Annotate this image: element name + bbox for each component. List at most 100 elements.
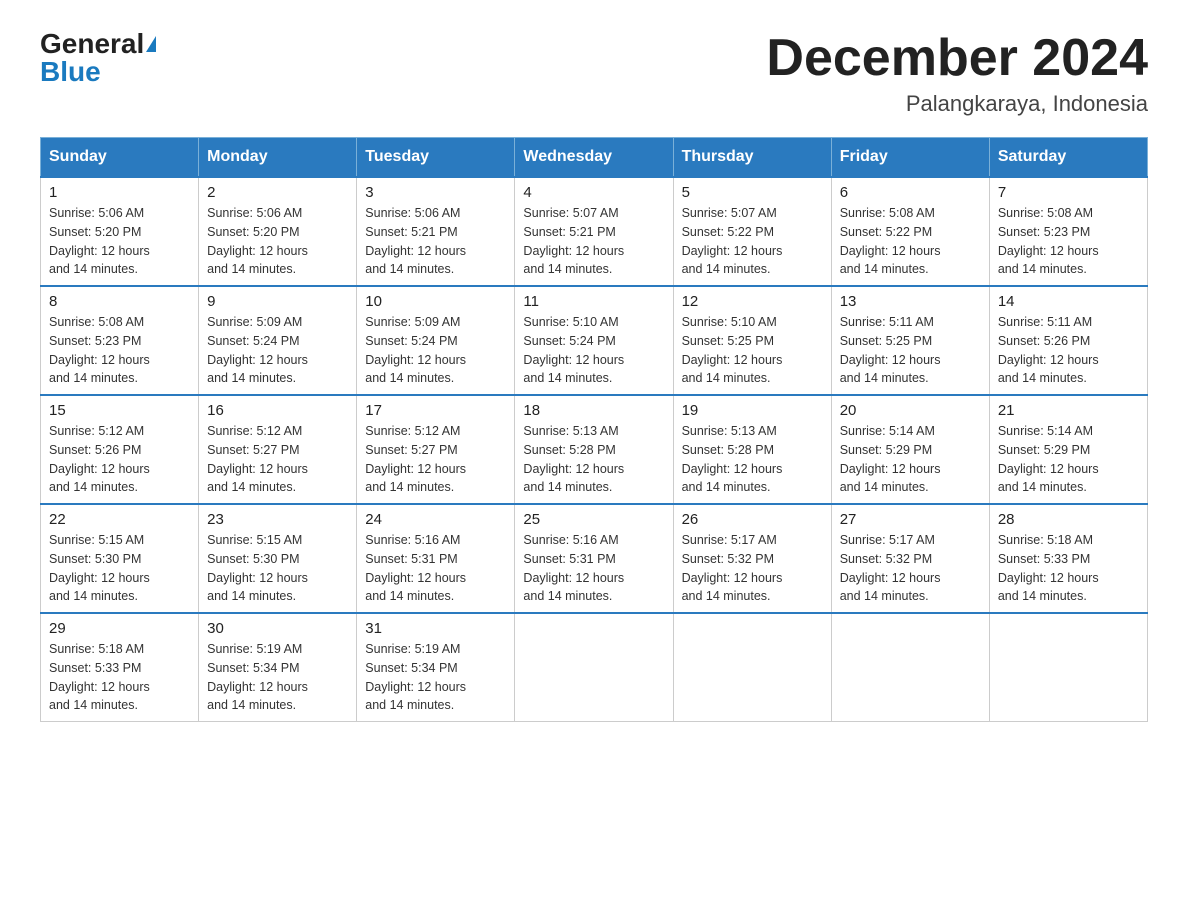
day-info: Sunrise: 5:10 AMSunset: 5:25 PMDaylight:… — [682, 313, 823, 388]
calendar-week-3: 15 Sunrise: 5:12 AMSunset: 5:26 PMDaylig… — [41, 395, 1148, 504]
calendar-cell: 29 Sunrise: 5:18 AMSunset: 5:33 PMDaylig… — [41, 613, 199, 722]
calendar-cell: 27 Sunrise: 5:17 AMSunset: 5:32 PMDaylig… — [831, 504, 989, 613]
day-number: 29 — [49, 620, 190, 637]
calendar-header-row: SundayMondayTuesdayWednesdayThursdayFrid… — [41, 138, 1148, 178]
header-monday: Monday — [199, 138, 357, 178]
calendar-cell — [673, 613, 831, 722]
day-number: 14 — [998, 293, 1139, 310]
calendar-week-2: 8 Sunrise: 5:08 AMSunset: 5:23 PMDayligh… — [41, 286, 1148, 395]
day-number: 2 — [207, 184, 348, 201]
day-info: Sunrise: 5:06 AMSunset: 5:21 PMDaylight:… — [365, 204, 506, 279]
day-number: 12 — [682, 293, 823, 310]
day-info: Sunrise: 5:15 AMSunset: 5:30 PMDaylight:… — [207, 531, 348, 606]
logo-general-text: General — [40, 30, 144, 58]
day-number: 15 — [49, 402, 190, 419]
calendar-cell: 9 Sunrise: 5:09 AMSunset: 5:24 PMDayligh… — [199, 286, 357, 395]
day-number: 23 — [207, 511, 348, 528]
calendar-cell: 21 Sunrise: 5:14 AMSunset: 5:29 PMDaylig… — [989, 395, 1147, 504]
day-number: 31 — [365, 620, 506, 637]
day-info: Sunrise: 5:12 AMSunset: 5:27 PMDaylight:… — [207, 422, 348, 497]
calendar-cell: 15 Sunrise: 5:12 AMSunset: 5:26 PMDaylig… — [41, 395, 199, 504]
day-number: 3 — [365, 184, 506, 201]
day-info: Sunrise: 5:08 AMSunset: 5:22 PMDaylight:… — [840, 204, 981, 279]
day-info: Sunrise: 5:15 AMSunset: 5:30 PMDaylight:… — [49, 531, 190, 606]
day-number: 1 — [49, 184, 190, 201]
day-number: 24 — [365, 511, 506, 528]
calendar-week-1: 1 Sunrise: 5:06 AMSunset: 5:20 PMDayligh… — [41, 177, 1148, 286]
day-number: 9 — [207, 293, 348, 310]
month-title: December 2024 — [766, 30, 1148, 87]
day-info: Sunrise: 5:17 AMSunset: 5:32 PMDaylight:… — [840, 531, 981, 606]
day-number: 6 — [840, 184, 981, 201]
calendar-cell: 1 Sunrise: 5:06 AMSunset: 5:20 PMDayligh… — [41, 177, 199, 286]
day-info: Sunrise: 5:14 AMSunset: 5:29 PMDaylight:… — [840, 422, 981, 497]
header-sunday: Sunday — [41, 138, 199, 178]
calendar-cell — [515, 613, 673, 722]
day-info: Sunrise: 5:11 AMSunset: 5:26 PMDaylight:… — [998, 313, 1139, 388]
calendar-cell: 3 Sunrise: 5:06 AMSunset: 5:21 PMDayligh… — [357, 177, 515, 286]
header-wednesday: Wednesday — [515, 138, 673, 178]
calendar-table: SundayMondayTuesdayWednesdayThursdayFrid… — [40, 137, 1148, 722]
day-info: Sunrise: 5:07 AMSunset: 5:22 PMDaylight:… — [682, 204, 823, 279]
calendar-cell: 18 Sunrise: 5:13 AMSunset: 5:28 PMDaylig… — [515, 395, 673, 504]
logo: General Blue — [40, 30, 156, 86]
calendar-cell: 4 Sunrise: 5:07 AMSunset: 5:21 PMDayligh… — [515, 177, 673, 286]
day-number: 20 — [840, 402, 981, 419]
day-number: 16 — [207, 402, 348, 419]
day-info: Sunrise: 5:08 AMSunset: 5:23 PMDaylight:… — [49, 313, 190, 388]
day-info: Sunrise: 5:06 AMSunset: 5:20 PMDaylight:… — [49, 204, 190, 279]
calendar-cell: 12 Sunrise: 5:10 AMSunset: 5:25 PMDaylig… — [673, 286, 831, 395]
day-number: 10 — [365, 293, 506, 310]
day-number: 19 — [682, 402, 823, 419]
location: Palangkaraya, Indonesia — [766, 91, 1148, 117]
calendar-cell: 10 Sunrise: 5:09 AMSunset: 5:24 PMDaylig… — [357, 286, 515, 395]
logo-blue-text: Blue — [40, 58, 101, 86]
calendar-cell: 16 Sunrise: 5:12 AMSunset: 5:27 PMDaylig… — [199, 395, 357, 504]
day-info: Sunrise: 5:06 AMSunset: 5:20 PMDaylight:… — [207, 204, 348, 279]
day-info: Sunrise: 5:19 AMSunset: 5:34 PMDaylight:… — [207, 640, 348, 715]
header-tuesday: Tuesday — [357, 138, 515, 178]
day-number: 30 — [207, 620, 348, 637]
day-info: Sunrise: 5:07 AMSunset: 5:21 PMDaylight:… — [523, 204, 664, 279]
day-number: 4 — [523, 184, 664, 201]
day-number: 17 — [365, 402, 506, 419]
calendar-cell: 23 Sunrise: 5:15 AMSunset: 5:30 PMDaylig… — [199, 504, 357, 613]
calendar-cell — [831, 613, 989, 722]
calendar-cell: 30 Sunrise: 5:19 AMSunset: 5:34 PMDaylig… — [199, 613, 357, 722]
day-number: 25 — [523, 511, 664, 528]
day-number: 26 — [682, 511, 823, 528]
day-number: 28 — [998, 511, 1139, 528]
day-info: Sunrise: 5:17 AMSunset: 5:32 PMDaylight:… — [682, 531, 823, 606]
day-number: 7 — [998, 184, 1139, 201]
calendar-cell: 11 Sunrise: 5:10 AMSunset: 5:24 PMDaylig… — [515, 286, 673, 395]
header-friday: Friday — [831, 138, 989, 178]
day-info: Sunrise: 5:09 AMSunset: 5:24 PMDaylight:… — [365, 313, 506, 388]
day-info: Sunrise: 5:12 AMSunset: 5:26 PMDaylight:… — [49, 422, 190, 497]
day-info: Sunrise: 5:16 AMSunset: 5:31 PMDaylight:… — [523, 531, 664, 606]
day-number: 8 — [49, 293, 190, 310]
day-number: 18 — [523, 402, 664, 419]
day-number: 27 — [840, 511, 981, 528]
day-info: Sunrise: 5:13 AMSunset: 5:28 PMDaylight:… — [682, 422, 823, 497]
day-info: Sunrise: 5:10 AMSunset: 5:24 PMDaylight:… — [523, 313, 664, 388]
day-number: 5 — [682, 184, 823, 201]
day-info: Sunrise: 5:09 AMSunset: 5:24 PMDaylight:… — [207, 313, 348, 388]
day-number: 22 — [49, 511, 190, 528]
day-info: Sunrise: 5:14 AMSunset: 5:29 PMDaylight:… — [998, 422, 1139, 497]
day-number: 21 — [998, 402, 1139, 419]
day-info: Sunrise: 5:11 AMSunset: 5:25 PMDaylight:… — [840, 313, 981, 388]
page-header: General Blue December 2024 Palangkaraya,… — [40, 30, 1148, 117]
day-info: Sunrise: 5:18 AMSunset: 5:33 PMDaylight:… — [49, 640, 190, 715]
header-saturday: Saturday — [989, 138, 1147, 178]
calendar-week-5: 29 Sunrise: 5:18 AMSunset: 5:33 PMDaylig… — [41, 613, 1148, 722]
calendar-cell: 13 Sunrise: 5:11 AMSunset: 5:25 PMDaylig… — [831, 286, 989, 395]
calendar-cell: 8 Sunrise: 5:08 AMSunset: 5:23 PMDayligh… — [41, 286, 199, 395]
calendar-cell: 17 Sunrise: 5:12 AMSunset: 5:27 PMDaylig… — [357, 395, 515, 504]
calendar-cell: 19 Sunrise: 5:13 AMSunset: 5:28 PMDaylig… — [673, 395, 831, 504]
calendar-cell: 6 Sunrise: 5:08 AMSunset: 5:22 PMDayligh… — [831, 177, 989, 286]
calendar-cell: 5 Sunrise: 5:07 AMSunset: 5:22 PMDayligh… — [673, 177, 831, 286]
day-info: Sunrise: 5:13 AMSunset: 5:28 PMDaylight:… — [523, 422, 664, 497]
calendar-cell: 24 Sunrise: 5:16 AMSunset: 5:31 PMDaylig… — [357, 504, 515, 613]
header-thursday: Thursday — [673, 138, 831, 178]
day-info: Sunrise: 5:12 AMSunset: 5:27 PMDaylight:… — [365, 422, 506, 497]
